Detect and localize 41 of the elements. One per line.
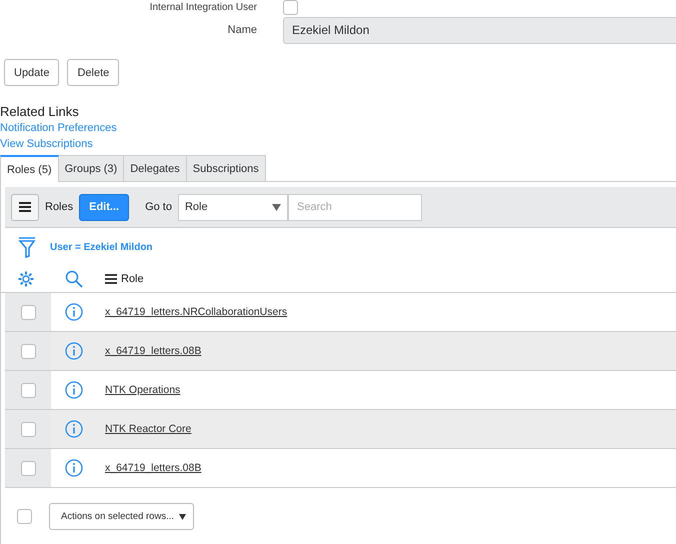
row-checkbox[interactable]: [20, 382, 36, 398]
role-link[interactable]: NTK Operations: [105, 384, 180, 396]
actions-select[interactable]: Actions on selected rows...: [49, 503, 194, 530]
row-checkbox[interactable]: [20, 422, 36, 436]
info-icon[interactable]: [65, 459, 83, 477]
form-button[interactable]: Update: [4, 59, 60, 86]
select-all-checkbox[interactable]: [17, 509, 32, 524]
field-label: Name: [226, 24, 257, 36]
menu-icon: [19, 202, 31, 212]
role-link[interactable]: x_64719_letters.08B: [105, 345, 202, 357]
goto-select[interactable]: Role: [178, 194, 288, 220]
form-button[interactable]: Delete: [67, 59, 120, 86]
tab[interactable]: Subscriptions: [186, 155, 266, 181]
info-icon[interactable]: [65, 381, 83, 399]
filter-icon[interactable]: [18, 236, 36, 258]
column-menu-icon[interactable]: [105, 274, 117, 284]
info-icon[interactable]: [65, 420, 83, 438]
role-link[interactable]: NTK Reactor Core: [105, 423, 192, 435]
row-checkbox[interactable]: [20, 344, 36, 358]
list-title: Roles: [45, 201, 74, 213]
name-field[interactable]: Ezekiel Mildon: [283, 16, 676, 44]
tab[interactable]: Roles (5): [0, 155, 59, 182]
search-field[interactable]: Search: [288, 194, 422, 220]
row-checkbox[interactable]: [20, 460, 36, 476]
tab[interactable]: Groups (3): [58, 155, 124, 181]
goto-label: Go to: [145, 201, 172, 213]
info-icon[interactable]: [65, 342, 83, 360]
info-icon[interactable]: [65, 303, 83, 321]
role-link[interactable]: x_64719_letters.NRCollaborationUsers: [105, 306, 288, 318]
column-header[interactable]: Role: [105, 273, 144, 285]
search-icon[interactable]: [65, 270, 83, 288]
menu-button[interactable]: [11, 194, 39, 220]
dropdown-caret-icon: [179, 514, 186, 520]
settings-icon[interactable]: [17, 270, 35, 288]
row-checkbox[interactable]: [20, 304, 36, 320]
tab[interactable]: Delegates: [123, 155, 187, 181]
checkbox[interactable]: [283, 0, 298, 15]
role-link[interactable]: x_64719_letters.08B: [105, 462, 202, 474]
dropdown-caret-icon: [272, 204, 281, 210]
field-label: Internal Integration User: [148, 2, 257, 13]
section-title: Related Links: [0, 104, 79, 120]
